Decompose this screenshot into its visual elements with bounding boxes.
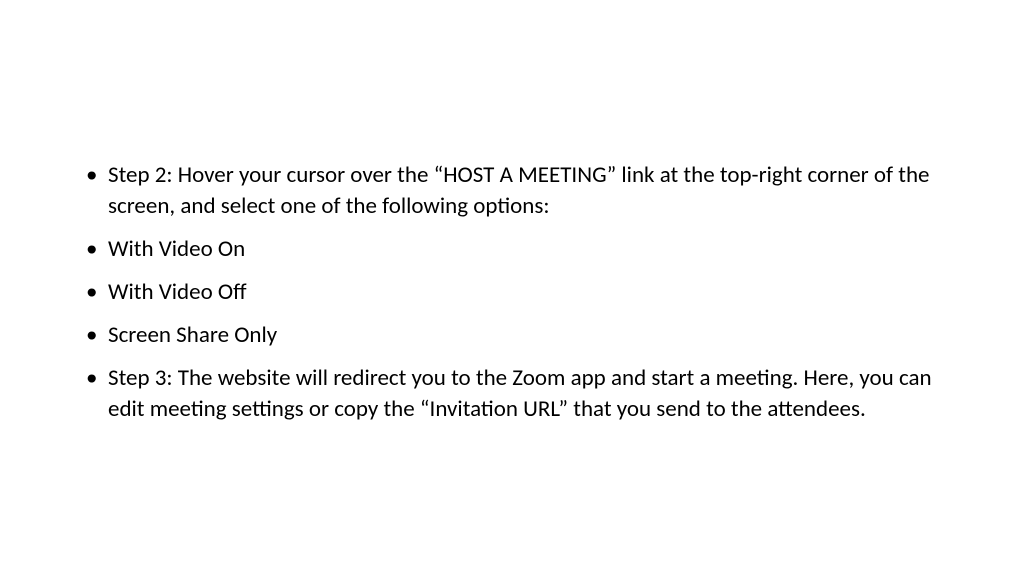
list-item: With Video On <box>80 234 944 265</box>
bullet-list: Step 2: Hover your cursor over the “HOST… <box>80 160 944 425</box>
list-item: With Video Off <box>80 277 944 308</box>
list-item: Screen Share Only <box>80 320 944 351</box>
list-item: Step 3: The website will redirect you to… <box>80 363 944 425</box>
list-item: Step 2: Hover your cursor over the “HOST… <box>80 160 944 222</box>
